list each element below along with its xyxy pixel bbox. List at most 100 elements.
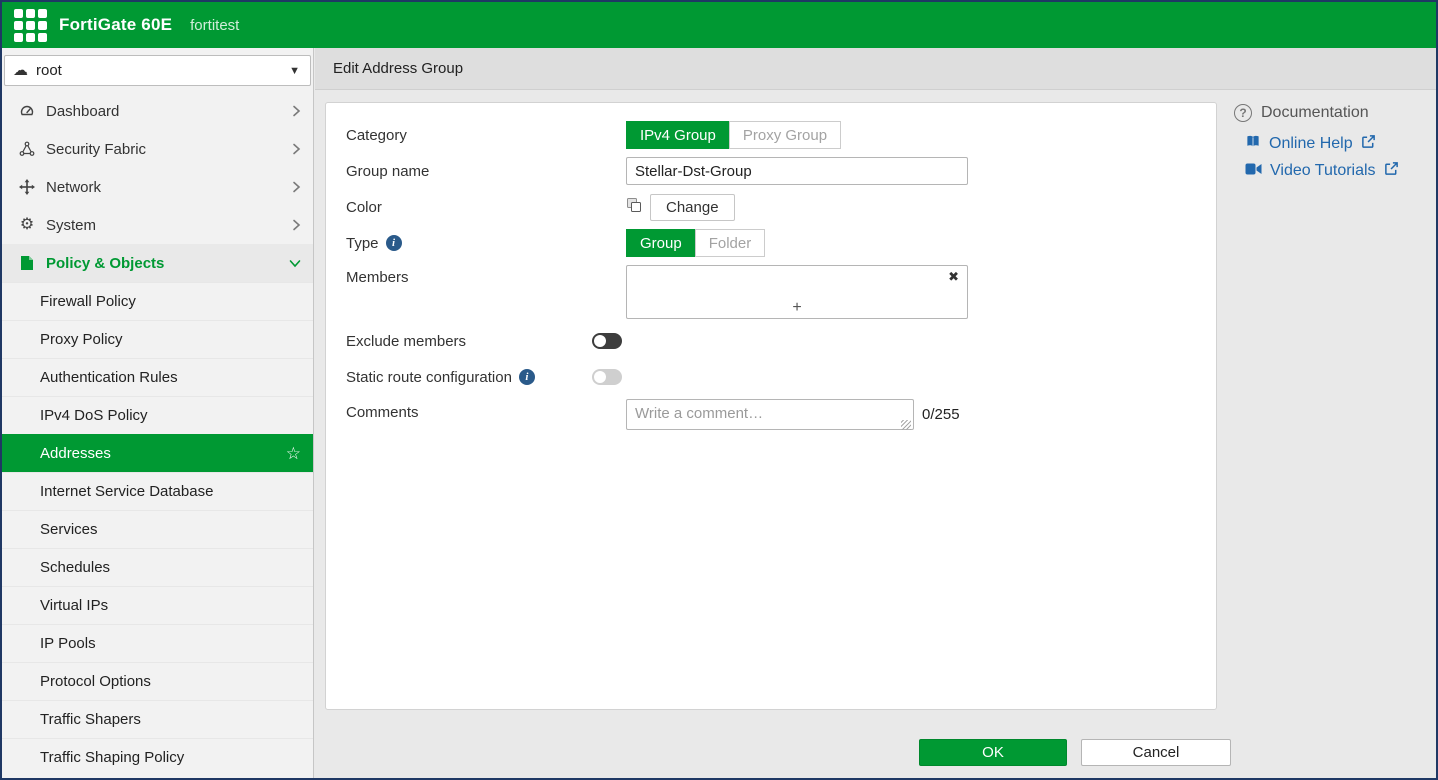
exclude-members-toggle[interactable] (592, 333, 622, 349)
comments-label: Comments (346, 399, 626, 421)
exclude-members-row: Exclude members (346, 327, 1196, 355)
sidebar-item-traffic-shapers[interactable]: Traffic Shapers (2, 700, 313, 738)
toggle-knob (594, 335, 606, 347)
sidebar-item-authentication-rules[interactable]: Authentication Rules (2, 358, 313, 396)
sidebar: ☁ root ▼ Dashboard Security Fabric Netwo… (2, 48, 314, 778)
info-icon: i (519, 369, 535, 385)
sidebar-item-label: Authentication Rules (40, 369, 178, 386)
documentation-title: Documentation (1261, 104, 1369, 122)
type-row: Type i Group Folder (346, 229, 1196, 257)
sidebar-item-ipv4-dos-policy[interactable]: IPv4 DoS Policy (2, 396, 313, 434)
sidebar-item-addresses[interactable]: Addresses ☆ (2, 434, 313, 472)
security-fabric-icon (16, 141, 38, 157)
sidebar-item-label: Security Fabric (46, 141, 146, 158)
sidebar-item-security-fabric[interactable]: Security Fabric (2, 130, 313, 168)
sidebar-item-label: IP Pools (40, 635, 96, 652)
top-bar: FortiGate 60E fortitest (2, 2, 1436, 48)
sidebar-item-label: Virtual IPs (40, 597, 108, 614)
members-label: Members (346, 265, 626, 286)
sidebar-item-traffic-shaping-policy[interactable]: Traffic Shaping Policy (2, 738, 313, 776)
external-link-icon (1384, 161, 1399, 181)
sidebar-item-label: Policy & Objects (46, 255, 164, 272)
members-select-box[interactable]: ✖ + (626, 265, 968, 319)
online-help-link[interactable]: Online Help (1245, 134, 1438, 154)
question-circle-icon: ? (1234, 104, 1252, 122)
edit-address-group-form: Category IPv4 Group Proxy Group Group na… (325, 102, 1217, 710)
cancel-button[interactable]: Cancel (1081, 739, 1231, 766)
product-title: FortiGate 60E (59, 15, 172, 35)
resize-handle[interactable] (901, 420, 911, 430)
group-name-label: Group name (346, 163, 626, 180)
page-title-bar: Edit Address Group (315, 48, 1436, 90)
sidebar-item-network[interactable]: Network (2, 168, 313, 206)
chevron-right-icon (292, 143, 301, 155)
ok-button[interactable]: OK (919, 739, 1067, 766)
external-link-icon (1361, 134, 1376, 154)
category-option-ipv4-group[interactable]: IPv4 Group (626, 121, 730, 149)
sidebar-item-firewall-policy[interactable]: Firewall Policy (2, 282, 313, 320)
app-window: FortiGate 60E fortitest ☁ root ▼ Dashboa… (0, 0, 1438, 780)
video-camera-icon (1245, 162, 1262, 181)
favorite-star-icon[interactable]: ☆ (286, 445, 301, 462)
sidebar-item-policy-objects[interactable]: Policy & Objects (2, 244, 313, 282)
color-change-button[interactable]: Change (650, 194, 735, 221)
sidebar-item-label: Services (40, 521, 98, 538)
sidebar-item-label: Firewall Policy (40, 293, 136, 310)
page-title: Edit Address Group (333, 60, 463, 77)
sidebar-item-label: System (46, 217, 96, 234)
book-icon (1245, 134, 1261, 154)
sidebar-item-label: Traffic Shapers (40, 711, 141, 728)
cloud-icon: ☁ (13, 63, 28, 78)
hostname-label: fortitest (190, 17, 239, 34)
static-route-label: Static route configuration i (346, 369, 592, 386)
category-option-proxy-group[interactable]: Proxy Group (729, 121, 841, 149)
sidebar-item-label: Proxy Policy (40, 331, 123, 348)
sidebar-item-schedules[interactable]: Schedules (2, 548, 313, 586)
comments-textarea[interactable] (626, 399, 914, 430)
type-option-group[interactable]: Group (626, 229, 696, 257)
sidebar-item-virtual-ips[interactable]: Virtual IPs (2, 586, 313, 624)
chevron-down-icon: ▼ (289, 65, 300, 77)
video-tutorials-link[interactable]: Video Tutorials (1245, 161, 1438, 181)
group-name-row: Group name (346, 157, 1196, 185)
sidebar-item-proxy-policy[interactable]: Proxy Policy (2, 320, 313, 358)
color-swatch-icon (626, 197, 642, 218)
color-label: Color (346, 199, 626, 216)
chevron-right-icon (292, 219, 301, 231)
members-row: Members ✖ + (346, 265, 1196, 319)
group-name-input[interactable] (626, 157, 968, 185)
form-actions: OK Cancel (919, 739, 1231, 766)
comments-row: Comments 0/255 (346, 399, 1196, 435)
add-member-icon[interactable]: + (627, 298, 967, 317)
sidebar-item-label: Schedules (40, 559, 110, 576)
color-row: Color Change (346, 193, 1196, 221)
sidebar-item-protocol-options[interactable]: Protocol Options (2, 662, 313, 700)
sidebar-item-services[interactable]: Services (2, 510, 313, 548)
info-icon: i (386, 235, 402, 251)
sidebar-item-internet-service-database[interactable]: Internet Service Database (2, 472, 313, 510)
category-segmented-control: IPv4 Group Proxy Group (626, 121, 841, 149)
sidebar-item-label: Protocol Options (40, 673, 151, 690)
gear-icon: ⚙ (16, 217, 38, 233)
documentation-panel: ? Documentation Online Help Video Tutori… (1234, 104, 1438, 188)
chevron-down-icon (289, 259, 301, 268)
sidebar-item-dashboard[interactable]: Dashboard (2, 92, 313, 130)
vdom-selector[interactable]: ☁ root ▼ (4, 55, 311, 86)
type-segmented-control: Group Folder (626, 229, 765, 257)
network-icon (16, 179, 38, 195)
chevron-right-icon (292, 181, 301, 193)
sidebar-item-label: Network (46, 179, 101, 196)
static-route-toggle[interactable] (592, 369, 622, 385)
category-label: Category (346, 127, 626, 144)
dashboard-icon (16, 103, 38, 119)
clear-members-icon[interactable]: ✖ (948, 268, 959, 286)
sidebar-item-label: Internet Service Database (40, 483, 213, 500)
sidebar-item-ip-pools[interactable]: IP Pools (2, 624, 313, 662)
static-route-row: Static route configuration i (346, 363, 1196, 391)
comments-char-counter: 0/255 (922, 406, 960, 423)
type-option-folder[interactable]: Folder (695, 229, 766, 257)
main-content: Edit Address Group Category IPv4 Group P… (315, 48, 1436, 778)
sidebar-item-label: Traffic Shaping Policy (40, 749, 184, 766)
chevron-right-icon (292, 105, 301, 117)
sidebar-item-system[interactable]: ⚙ System (2, 206, 313, 244)
